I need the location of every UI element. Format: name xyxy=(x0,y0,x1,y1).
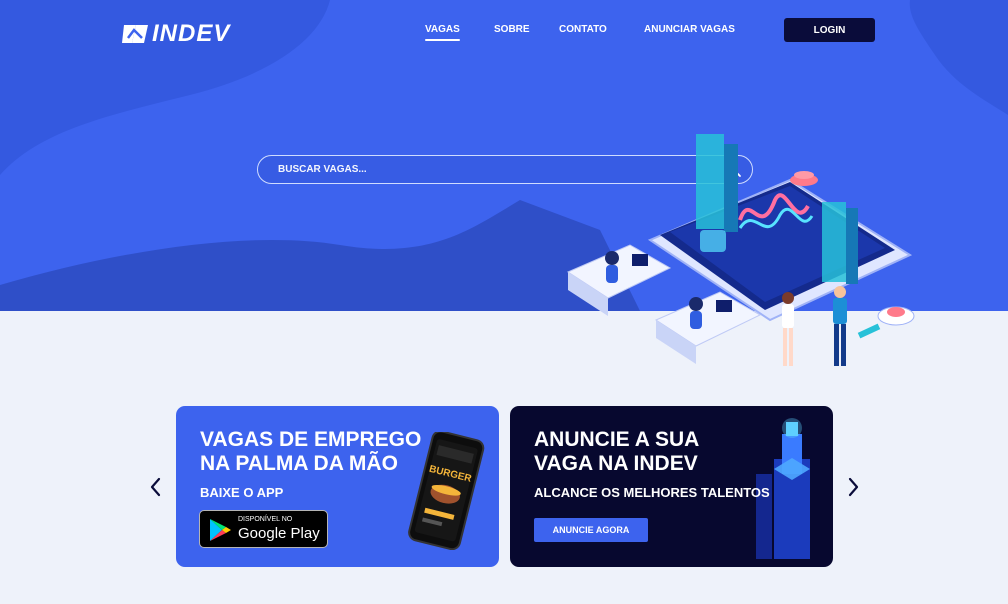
google-play-small-text: DISPONÍVEL NO xyxy=(238,516,293,523)
carousel-prev-button[interactable] xyxy=(148,476,164,498)
promo-card-app: VAGAS DE EMPREGO NA PALMA DA MÃO BAIXE O… xyxy=(176,406,499,567)
promo-advertise-title-line2: VAGA NA INDEV xyxy=(534,452,698,475)
nav-item-contato[interactable]: CONTATO xyxy=(559,24,607,35)
brand-logo[interactable]: INDEV xyxy=(122,20,230,48)
google-play-big-text: Google Play xyxy=(238,525,320,542)
promo-app-subtitle: BAIXE O APP xyxy=(200,485,284,500)
promo-advertise-title-line1: ANUNCIE A SUA xyxy=(534,428,700,451)
nav-item-anunciar-vagas[interactable]: ANUNCIAR VAGAS xyxy=(644,24,735,35)
promo-app-title-line1: VAGAS DE EMPREGO xyxy=(200,428,422,451)
promo-app-title-line2: NA PALMA DA MÃO xyxy=(200,452,398,475)
chevron-left-icon xyxy=(150,477,161,497)
logo-mark-icon xyxy=(122,25,148,43)
advertise-now-button[interactable]: ANUNCIE AGORA xyxy=(534,518,648,542)
carousel-next-button[interactable] xyxy=(845,476,861,498)
hero-illustration xyxy=(566,134,915,366)
promo-app-title: VAGAS DE EMPREGO NA PALMA DA MÃO xyxy=(200,428,421,476)
phone-mockup-image: BURGER xyxy=(408,432,485,550)
google-play-icon xyxy=(210,519,231,541)
promo-advertise-subtitle: ALCANCE OS MELHORES TALENTOS xyxy=(534,485,770,500)
promo-card-advertise: ANUNCIE A SUA VAGA NA INDEV ALCANCE OS M… xyxy=(510,406,833,567)
nav-item-sobre[interactable]: SOBRE xyxy=(494,24,530,35)
login-button[interactable]: LOGIN xyxy=(784,18,875,42)
promo-advertise-title: ANUNCIE A SUA VAGA NA INDEV xyxy=(534,428,699,476)
nav-item-vagas[interactable]: VAGAS xyxy=(425,24,460,41)
google-play-badge[interactable]: DISPONÍVEL NO Google Play xyxy=(199,510,328,548)
brand-name: INDEV xyxy=(152,20,231,47)
chevron-right-icon xyxy=(848,477,859,497)
